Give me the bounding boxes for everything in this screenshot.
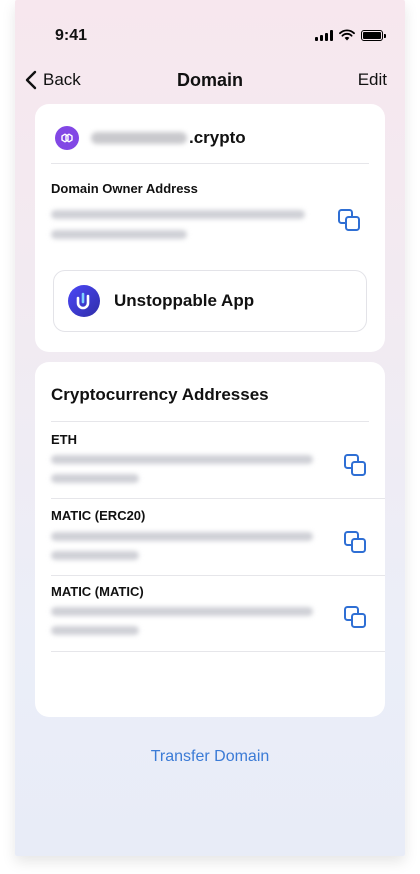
status-time: 9:41 <box>55 27 88 44</box>
status-icons <box>315 29 386 41</box>
redacted-domain-label <box>91 132 187 144</box>
owner-address-label: Domain Owner Address <box>51 181 198 196</box>
battery-icon <box>361 29 386 41</box>
address-row-label: ETH <box>51 432 77 447</box>
divider <box>51 163 369 164</box>
address-row-label: MATIC (MATIC) <box>51 584 144 599</box>
domain-suffix: .crypto <box>189 128 246 147</box>
redacted-address <box>51 532 313 541</box>
status-bar: 9:41 <box>15 0 405 60</box>
polygon-logo <box>55 126 79 150</box>
edit-button[interactable]: Edit <box>358 70 387 90</box>
domain-header: .crypto <box>55 126 246 150</box>
transfer-domain-button[interactable]: Transfer Domain <box>15 748 405 766</box>
unstoppable-app-label: Unstoppable App <box>114 291 255 310</box>
row-separator <box>51 651 385 652</box>
copy-icon[interactable] <box>343 453 367 477</box>
redacted-address <box>51 626 139 635</box>
divider <box>51 421 369 422</box>
copy-icon[interactable] <box>337 208 361 232</box>
domain-card: .crypto Domain Owner Address Unstoppable… <box>35 104 385 352</box>
crypto-addresses-card: Cryptocurrency Addresses ETH MATIC (ERC2… <box>35 362 385 717</box>
domain-name: .crypto <box>91 128 246 148</box>
row-separator <box>51 498 385 499</box>
unstoppable-logo <box>68 285 100 317</box>
row-separator <box>51 575 385 576</box>
copy-icon[interactable] <box>343 605 367 629</box>
wifi-icon <box>339 29 355 41</box>
redacted-address <box>51 607 313 616</box>
nav-bar: Back Domain Edit <box>15 64 405 98</box>
unstoppable-app-button[interactable]: Unstoppable App <box>53 270 367 332</box>
page-title: Domain <box>176 70 243 90</box>
redacted-address <box>51 455 313 464</box>
redacted-owner-address <box>51 230 187 239</box>
address-row-label: MATIC (ERC20) <box>51 508 146 523</box>
redacted-owner-address <box>51 210 305 219</box>
redacted-address <box>51 474 139 483</box>
copy-icon[interactable] <box>343 530 367 554</box>
redacted-address <box>51 551 139 560</box>
signal-icon <box>315 29 333 41</box>
app-screen: 9:41 Back Domain Edit .crypto Domain Own… <box>15 0 405 856</box>
section-title: Cryptocurrency Addresses <box>51 385 269 404</box>
